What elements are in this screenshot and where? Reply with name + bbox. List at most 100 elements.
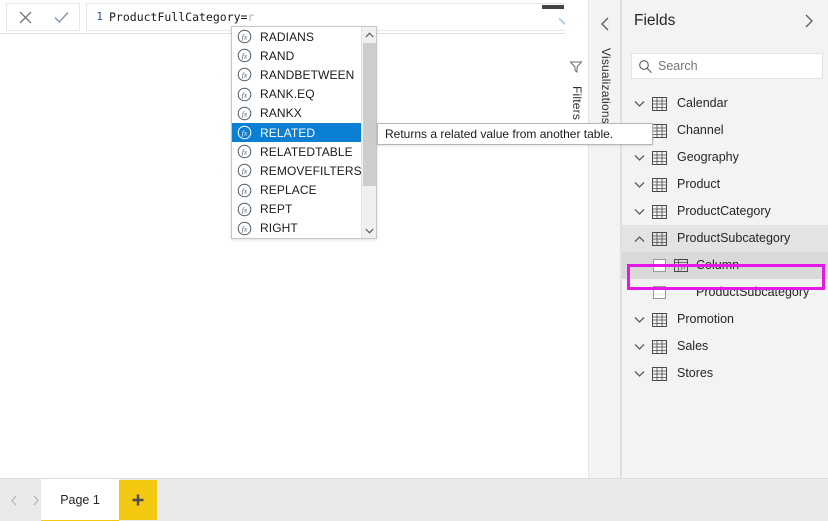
autocomplete-item[interactable]: fx RELATED: [232, 123, 376, 142]
field-label: Column: [696, 259, 739, 272]
svg-text:fx: fx: [242, 167, 248, 176]
autocomplete-item-label: RANDBETWEEN: [260, 69, 354, 81]
minimize-bar-icon: [542, 5, 564, 9]
field-checkbox[interactable]: [653, 286, 666, 299]
field-label: ProductSubcategory: [696, 286, 809, 299]
field-table-row[interactable]: Product: [622, 171, 828, 198]
autocomplete-item-label: REPT: [260, 203, 292, 215]
formula-bar-actions: [6, 3, 80, 31]
field-table-row[interactable]: Calendar: [622, 90, 828, 117]
table-icon: [650, 176, 668, 194]
table-icon: [650, 203, 668, 221]
svg-text:fx: fx: [242, 33, 248, 42]
chevron-down-icon[interactable]: [630, 176, 648, 194]
field-label: Calendar: [677, 97, 728, 110]
visualizations-pane-label: Visualizations: [599, 48, 613, 124]
table-icon: [650, 149, 668, 167]
formula-partial-text: r: [247, 10, 254, 24]
autocomplete-item-label: RANKX: [260, 107, 302, 119]
svg-text:fx: fx: [242, 129, 248, 138]
page-tab-page-1[interactable]: Page 1: [41, 479, 119, 521]
chevron-down-icon[interactable]: [630, 311, 648, 329]
commit-formula-button[interactable]: [44, 4, 78, 30]
field-label: Channel: [677, 124, 724, 137]
field-column-row[interactable]: fx Column: [622, 252, 828, 279]
autocomplete-item-label: RELATED: [260, 127, 315, 139]
field-column-row[interactable]: ProductSubcategory: [622, 279, 828, 306]
svg-text:fx: fx: [242, 52, 248, 61]
autocomplete-item-label: RIGHT: [260, 222, 298, 234]
autocomplete-item[interactable]: fxREPT: [232, 200, 376, 219]
fx-icon: fx: [236, 143, 253, 160]
field-table-row[interactable]: Sales: [622, 333, 828, 360]
svg-text:fx: fx: [242, 186, 248, 195]
filter-icon: [569, 60, 585, 76]
scroll-down-button[interactable]: [362, 223, 377, 238]
autocomplete-item[interactable]: fx RAND: [232, 46, 376, 65]
chevron-down-icon: [365, 228, 374, 234]
svg-text:fx: fx: [680, 264, 685, 271]
chevron-down-icon[interactable]: [630, 203, 648, 221]
field-table-row[interactable]: Geography: [622, 144, 828, 171]
cancel-formula-button[interactable]: [8, 4, 42, 30]
field-table-row[interactable]: Promotion: [622, 306, 828, 333]
close-icon: [18, 10, 33, 25]
field-label: Geography: [677, 151, 739, 164]
autocomplete-item[interactable]: fx RIGHT: [232, 219, 376, 238]
fields-pane: Fields Search Calendar Channel Geography Pr…: [621, 0, 828, 478]
chevron-down-icon[interactable]: [630, 95, 648, 113]
autocomplete-item-label: REPLACE: [260, 184, 317, 196]
svg-text:fx: fx: [242, 109, 248, 118]
autocomplete-item[interactable]: fxRANK.EQ: [232, 85, 376, 104]
power-bi-report-view: 1 ProductFullCategory=r fxRADIANSfxRANDf…: [0, 0, 828, 521]
field-table-row[interactable]: Stores: [622, 360, 828, 387]
chevron-down-icon[interactable]: [630, 149, 648, 167]
table-icon: [650, 338, 668, 356]
filters-pane-collapsed[interactable]: Filters: [565, 0, 588, 478]
plus-icon: [130, 492, 146, 508]
autocomplete-item[interactable]: fxRADIANS: [232, 27, 376, 46]
formula-committed-text: ProductFullCategory=: [109, 10, 247, 24]
autocomplete-item-label: RAND: [260, 50, 294, 62]
field-table-row[interactable]: ProductSubcategory: [622, 225, 828, 252]
svg-text:fx: fx: [242, 225, 248, 234]
chevron-up-icon[interactable]: [630, 230, 648, 248]
field-table-row[interactable]: ProductCategory: [622, 198, 828, 225]
autocomplete-item[interactable]: fx REPLACE: [232, 181, 376, 200]
visualizations-pane-collapsed[interactable]: Visualizations: [588, 0, 621, 478]
filters-pane-label: Filters: [570, 86, 584, 120]
scrollbar-thumb[interactable]: [363, 43, 376, 186]
page-tab-bar: Page 1: [0, 478, 828, 521]
chevron-up-icon: [365, 32, 374, 38]
field-label: ProductCategory: [677, 205, 771, 218]
field-checkbox[interactable]: [653, 259, 666, 272]
fx-icon: fx: [236, 86, 253, 103]
fx-icon: fx: [236, 182, 253, 199]
tooltip-text: Returns a related value from another tab…: [385, 127, 613, 141]
add-page-button[interactable]: [119, 480, 157, 520]
fields-tree[interactable]: Calendar Channel Geography Product ProductCa…: [622, 90, 828, 478]
expand-visualizations-button[interactable]: [597, 16, 613, 32]
previous-page-button[interactable]: [4, 489, 24, 511]
table-icon: [650, 230, 668, 248]
fields-search-input[interactable]: Search: [658, 59, 698, 73]
dax-autocomplete-list[interactable]: fxRADIANSfxRANDfxRANDBETWEENfxRANK.EQfxR…: [231, 26, 377, 239]
fx-icon: fx: [236, 47, 253, 64]
fx-icon: fx: [236, 220, 253, 237]
chevron-down-icon[interactable]: [630, 365, 648, 383]
autocomplete-item[interactable]: fxRELATEDTABLE: [232, 142, 376, 161]
fields-pane-title: Fields: [634, 12, 800, 30]
scroll-up-button[interactable]: [362, 27, 377, 42]
fx-icon: fx: [236, 105, 253, 122]
field-label: Sales: [677, 340, 708, 353]
autocomplete-item[interactable]: fx RANKX: [232, 104, 376, 123]
chevron-left-icon: [10, 495, 18, 506]
chevron-down-icon[interactable]: [630, 338, 648, 356]
autocomplete-scrollbar[interactable]: [361, 27, 376, 238]
autocomplete-item[interactable]: fxREMOVEFILTERS: [232, 161, 376, 180]
fields-search-box[interactable]: Search: [631, 53, 823, 79]
page-nav-buttons: [4, 489, 46, 511]
autocomplete-item[interactable]: fxRANDBETWEEN: [232, 65, 376, 84]
svg-text:fx: fx: [242, 148, 248, 157]
collapse-fields-pane-button[interactable]: [800, 12, 818, 30]
